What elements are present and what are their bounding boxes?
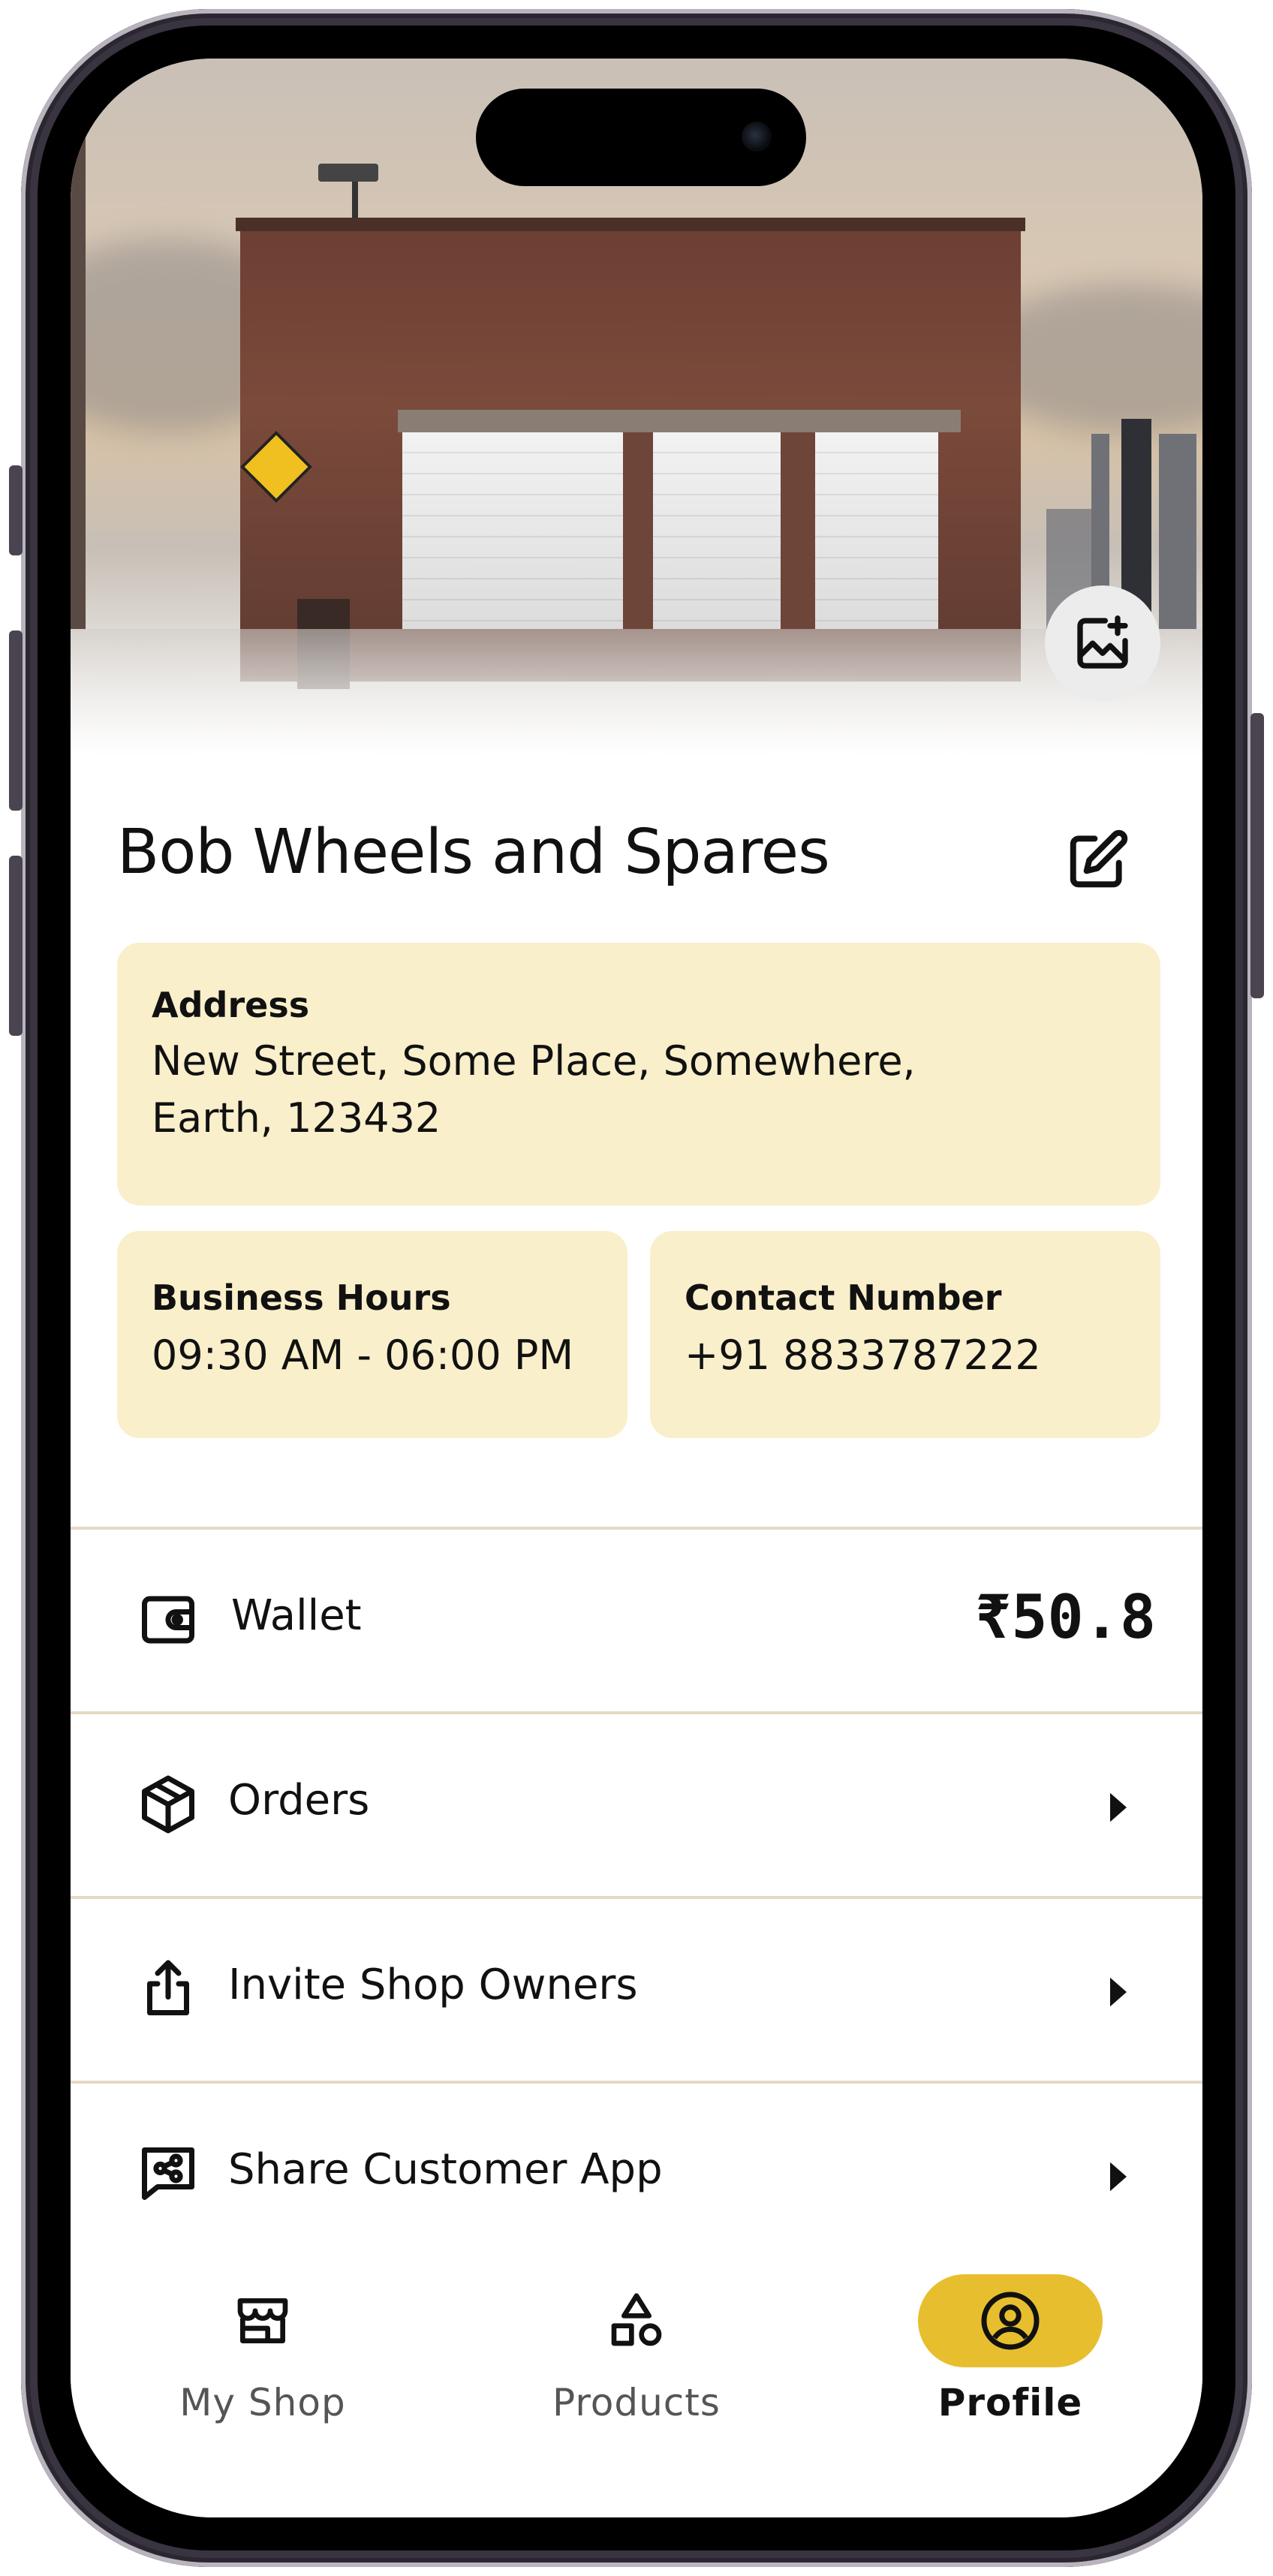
change-cover-photo-button[interactable] bbox=[1045, 585, 1160, 701]
add-photo-icon bbox=[1077, 615, 1128, 669]
business-hours-card: Business Hours 09:30 AM - 06:00 PM bbox=[117, 1231, 627, 1438]
share-chat-icon bbox=[131, 2136, 206, 2211]
volume-down-button bbox=[9, 856, 23, 1036]
shop-name-title: Bob Wheels and Spares bbox=[117, 817, 830, 888]
volume-up-button bbox=[9, 630, 23, 811]
business-hours-label: Business Hours bbox=[152, 1277, 451, 1318]
chevron-right-icon bbox=[1103, 1970, 1133, 2015]
invite-shop-owners-label: Invite Shop Owners bbox=[228, 1961, 638, 2009]
wallet-label: Wallet bbox=[231, 1591, 362, 1640]
edit-shop-button[interactable] bbox=[1060, 823, 1135, 898]
share-customer-app-row[interactable]: Share Customer App bbox=[71, 2081, 1202, 2265]
business-hours-value: 09:30 AM - 06:00 PM bbox=[152, 1332, 574, 1379]
nav-label-profile: Profile bbox=[937, 2381, 1083, 2424]
orders-row[interactable]: Orders bbox=[71, 1711, 1202, 1896]
orders-label: Orders bbox=[228, 1776, 370, 1825]
nav-label-my-shop: My Shop bbox=[179, 2381, 346, 2424]
chevron-right-icon bbox=[1103, 2154, 1133, 2199]
invite-shop-owners-row[interactable]: Invite Shop Owners bbox=[71, 1896, 1202, 2081]
address-card: Address New Street, Some Place, Somewher… bbox=[117, 943, 1160, 1205]
wallet-balance: ₹50.8 bbox=[975, 1582, 1156, 1652]
contact-number-card: Contact Number +91 8833787222 bbox=[650, 1231, 1160, 1438]
nav-tab-profile[interactable]: Profile bbox=[860, 2274, 1160, 2439]
box-icon bbox=[131, 1767, 206, 1842]
wallet-icon bbox=[131, 1582, 206, 1657]
share-upload-icon bbox=[131, 1952, 206, 2027]
app-screen: Bob Wheels and Spares Address New Street… bbox=[71, 59, 1202, 2517]
mute-switch bbox=[9, 465, 23, 555]
nav-tab-my-shop[interactable]: My Shop bbox=[113, 2274, 413, 2439]
nav-tab-products[interactable]: Products bbox=[486, 2274, 787, 2439]
contact-number-value: +91 8833787222 bbox=[685, 1332, 1041, 1379]
store-icon bbox=[237, 2298, 288, 2343]
edit-icon bbox=[1070, 829, 1128, 888]
bottom-navigation: My Shop Products Profile bbox=[71, 2244, 1202, 2517]
address-label: Address bbox=[152, 985, 310, 1025]
contact-number-label: Contact Number bbox=[685, 1277, 1002, 1318]
power-button bbox=[1250, 713, 1264, 998]
share-customer-app-label: Share Customer App bbox=[228, 2145, 663, 2194]
user-circle-icon bbox=[981, 2292, 1040, 2350]
nav-label-products: Products bbox=[552, 2381, 721, 2424]
address-value: New Street, Some Place, Somewhere, Earth… bbox=[152, 1037, 916, 1142]
chevron-right-icon bbox=[1103, 1785, 1133, 1830]
dynamic-island bbox=[476, 89, 806, 186]
wallet-row[interactable]: Wallet ₹50.8 bbox=[71, 1527, 1202, 1711]
shapes-icon bbox=[611, 2293, 662, 2346]
